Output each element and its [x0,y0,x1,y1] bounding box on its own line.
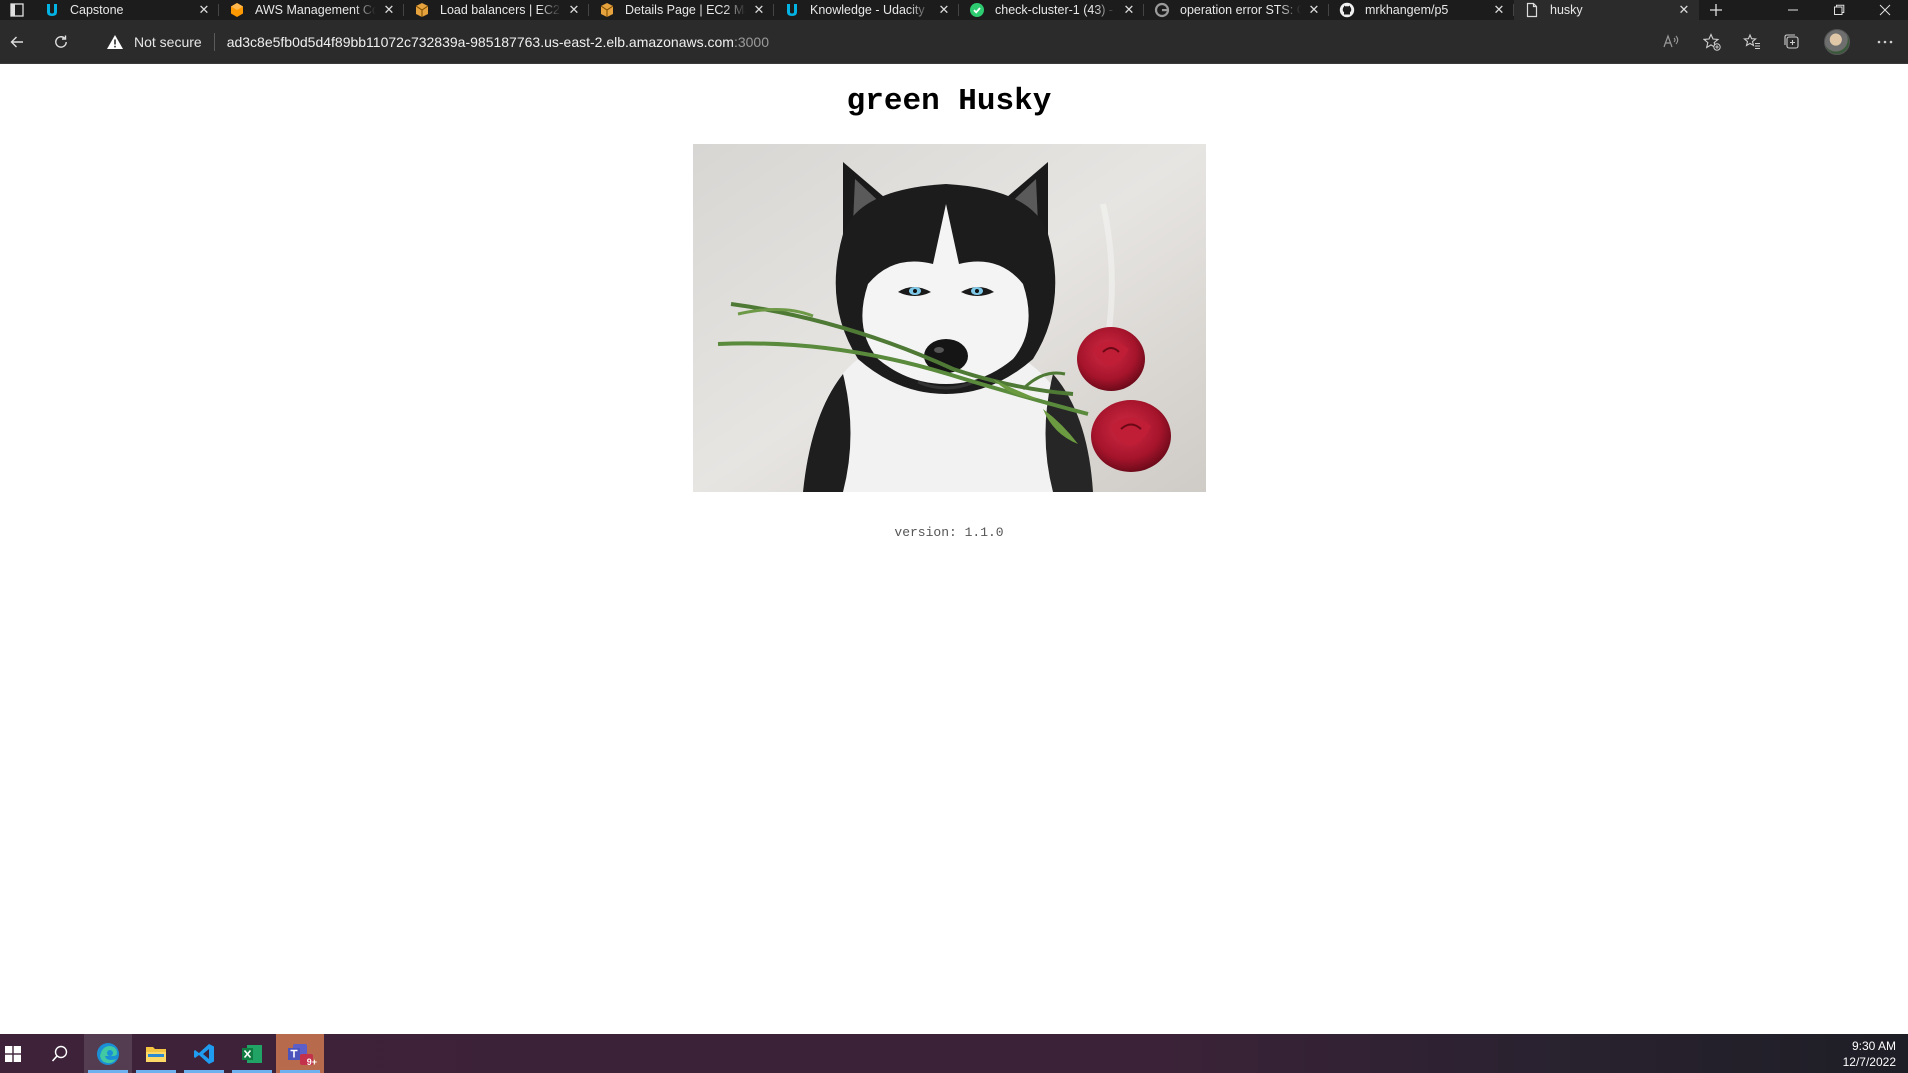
ec2-cube-icon [599,2,615,18]
back-arrow-icon [10,36,23,47]
plus-icon [1710,4,1722,16]
tab-title: Capstone [70,3,124,17]
warning-icon[interactable] [106,33,124,51]
teams-taskbar-button[interactable]: 9+ [276,1034,324,1073]
tab-github-repo[interactable]: mrkhangem/p5 ✕ [1329,0,1514,20]
windows-taskbar: 9+ 9:30 AM 12/7/2022 [0,1034,1908,1073]
search-button[interactable] [36,1034,84,1073]
tab-title: husky [1550,3,1583,17]
udacity-icon [784,2,800,18]
favorites-icon [1743,33,1760,50]
close-tab-icon[interactable]: ✕ [380,1,398,19]
file-explorer-taskbar-button[interactable] [132,1034,180,1073]
profile-button[interactable] [1812,20,1862,64]
close-tab-icon[interactable]: ✕ [1675,1,1693,19]
ec2-cube-icon [414,2,430,18]
tab-aws-console[interactable]: AWS Management Console ✕ [219,0,404,20]
new-tab-button[interactable] [1699,0,1733,20]
tab-title: Knowledge - Udacity [810,3,925,17]
star-add-icon [1703,33,1721,51]
tab-operation-error[interactable]: operation error STS: GetCallerIdentity ✕ [1144,0,1329,20]
tab-title: Details Page | EC2 Management Console [625,3,746,17]
refresh-icon [55,35,67,48]
collections-icon [1784,34,1799,49]
more-dots-icon [1877,40,1893,44]
clock-time: 9:30 AM [1851,1039,1896,1053]
read-aloud-icon [1663,34,1679,48]
rose-bottom [1091,400,1171,472]
tab-actions-button[interactable] [0,0,34,20]
rose-top [1077,327,1145,391]
read-aloud-button[interactable] [1652,20,1692,64]
close-tab-icon[interactable]: ✕ [1490,1,1508,19]
address-bar[interactable]: Not secure ad3c8e5fb0d5d4f89bb11072c7328… [94,25,1654,59]
close-tab-icon[interactable]: ✕ [1305,1,1323,19]
refresh-button[interactable] [34,20,88,64]
search-icon [51,1045,68,1062]
tab-strip: Capstone ✕ AWS Management Console ✕ Load… [0,0,1908,20]
close-tab-icon[interactable]: ✕ [195,1,213,19]
tab-details-page[interactable]: Details Page | EC2 Management Console ✕ [589,0,774,20]
udacity-icon [44,2,60,18]
version-label: version: 1.1.0 [894,525,1004,540]
tab-title: check-cluster-1 (43) - CircleCI [995,3,1116,17]
add-favorite-button[interactable] [1692,20,1732,64]
tab-actions-icon [10,3,24,17]
close-tab-icon[interactable]: ✕ [935,1,953,19]
restore-icon [1834,4,1845,15]
tab-title: AWS Management Console [255,3,376,17]
close-window-button[interactable] [1862,0,1908,20]
window-controls [1770,0,1908,20]
aws-icon [229,2,245,18]
vscode-icon [194,1043,214,1064]
tab-title: operation error STS: GetCallerIdentity [1180,3,1301,17]
back-button[interactable] [0,20,34,64]
security-status-label[interactable]: Not secure [134,34,202,50]
close-tab-icon[interactable]: ✕ [565,1,583,19]
notification-badge: 9+ [306,1057,317,1067]
avatar [1824,29,1850,55]
edge-icon [97,1042,119,1065]
page-title: green Husky [846,84,1052,119]
tab-knowledge-udacity[interactable]: Knowledge - Udacity ✕ [774,0,959,20]
tab-title: Load balancers | EC2 Management Console [440,3,561,17]
close-icon [1879,4,1891,16]
tab-load-balancers[interactable]: Load balancers | EC2 Management Console … [404,0,589,20]
page-content: green Husky version: 1.1.0 [0,64,1908,1034]
husky-image [693,144,1206,492]
browser-toolbar: Not secure ad3c8e5fb0d5d4f89bb11072c7328… [0,20,1908,64]
minimize-button[interactable] [1770,0,1816,20]
minimize-icon [1788,9,1798,11]
tab-husky[interactable]: husky ✕ [1514,0,1699,20]
toolbar-actions [1652,20,1908,64]
tab-title: mrkhangem/p5 [1365,3,1449,17]
close-tab-icon[interactable]: ✕ [750,1,768,19]
excel-taskbar-button[interactable] [228,1034,276,1073]
page-icon [1524,2,1540,18]
clock-date: 12/7/2022 [1842,1055,1896,1069]
restore-button[interactable] [1816,0,1862,20]
collections-button[interactable] [1772,20,1812,64]
tab-check-cluster[interactable]: check-cluster-1 (43) - CircleCI ✕ [959,0,1144,20]
url-port[interactable]: :3000 [734,34,769,50]
husky-illustration [693,144,1206,492]
folder-icon [146,1046,166,1062]
excel-icon [242,1044,262,1063]
system-clock[interactable]: 9:30 AM 12/7/2022 [1843,1038,1896,1070]
tab-capstone[interactable]: Capstone ✕ [34,0,219,20]
edge-taskbar-button[interactable] [84,1034,132,1073]
url-host[interactable]: ad3c8e5fb0d5d4f89bb11072c732839a-9851877… [227,34,734,50]
github-icon [1339,2,1355,18]
settings-more-button[interactable] [1862,20,1908,64]
circleci-icon [969,2,985,18]
start-button[interactable] [0,1034,26,1073]
close-tab-icon[interactable]: ✕ [1120,1,1138,19]
windows-logo-icon [5,1045,21,1062]
address-separator [213,33,215,51]
vscode-taskbar-button[interactable] [180,1034,228,1073]
favorites-button[interactable] [1732,20,1772,64]
google-icon [1154,2,1170,18]
